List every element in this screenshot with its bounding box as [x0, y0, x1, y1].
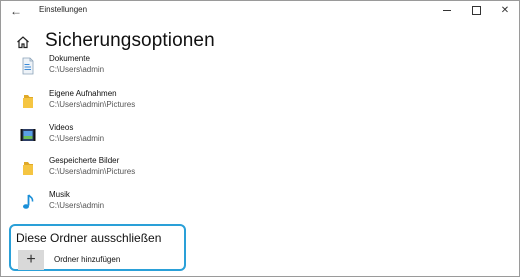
page-title: Sicherungsoptionen — [45, 30, 215, 51]
title-bar: ← Einstellungen ✕ — [1, 1, 519, 23]
add-folder-label: Ordner hinzufügen — [54, 255, 121, 264]
add-folder-button[interactable]: + Ordner hinzufügen — [18, 250, 168, 270]
videos-icon — [20, 129, 36, 141]
music-icon — [23, 194, 34, 209]
folder-item-videos[interactable]: Videos C:\Users\admin — [19, 123, 339, 151]
maximize-icon — [471, 5, 481, 15]
documents-icon — [22, 57, 34, 75]
folder-item-dokumente[interactable]: Dokumente C:\Users\admin — [19, 54, 339, 82]
folder-icon — [23, 162, 33, 175]
folder-name: Videos — [49, 123, 74, 132]
exclude-heading: Diese Ordner ausschließen — [16, 231, 162, 245]
folder-path: C:\Users\admin — [49, 201, 105, 210]
folder-path: C:\Users\admin\Pictures — [49, 167, 136, 176]
home-icon[interactable] — [16, 35, 30, 49]
folder-item-gespeicherte-bilder[interactable]: Gespeicherte Bilder C:\Users\admin\Pictu… — [19, 156, 339, 184]
window-title: Einstellungen — [39, 5, 88, 14]
minimize-icon — [443, 9, 451, 11]
folder-name: Gespeicherte Bilder — [49, 156, 120, 165]
minimize-button[interactable] — [433, 2, 461, 20]
settings-window: ← Einstellungen ✕ Sicherungsoptionen Dok… — [0, 0, 520, 277]
folder-icon — [23, 95, 33, 108]
folder-item-musik[interactable]: Musik C:\Users\admin — [19, 190, 339, 218]
folder-path: C:\Users\admin — [49, 65, 105, 74]
folder-name: Dokumente — [49, 54, 90, 63]
folder-path: C:\Users\admin — [49, 134, 105, 143]
folder-name: Eigene Aufnahmen — [49, 89, 117, 98]
back-arrow-icon[interactable]: ← — [7, 3, 25, 19]
folder-path: C:\Users\admin\Pictures — [49, 100, 136, 109]
plus-icon: + — [18, 250, 44, 270]
exclude-folders-section: Diese Ordner ausschließen + Ordner hinzu… — [9, 224, 186, 271]
folder-item-eigene-aufnahmen[interactable]: Eigene Aufnahmen C:\Users\admin\Pictures — [19, 89, 339, 117]
folder-name: Musik — [49, 190, 70, 199]
close-button[interactable]: ✕ — [491, 2, 519, 20]
maximize-button[interactable] — [462, 2, 490, 20]
